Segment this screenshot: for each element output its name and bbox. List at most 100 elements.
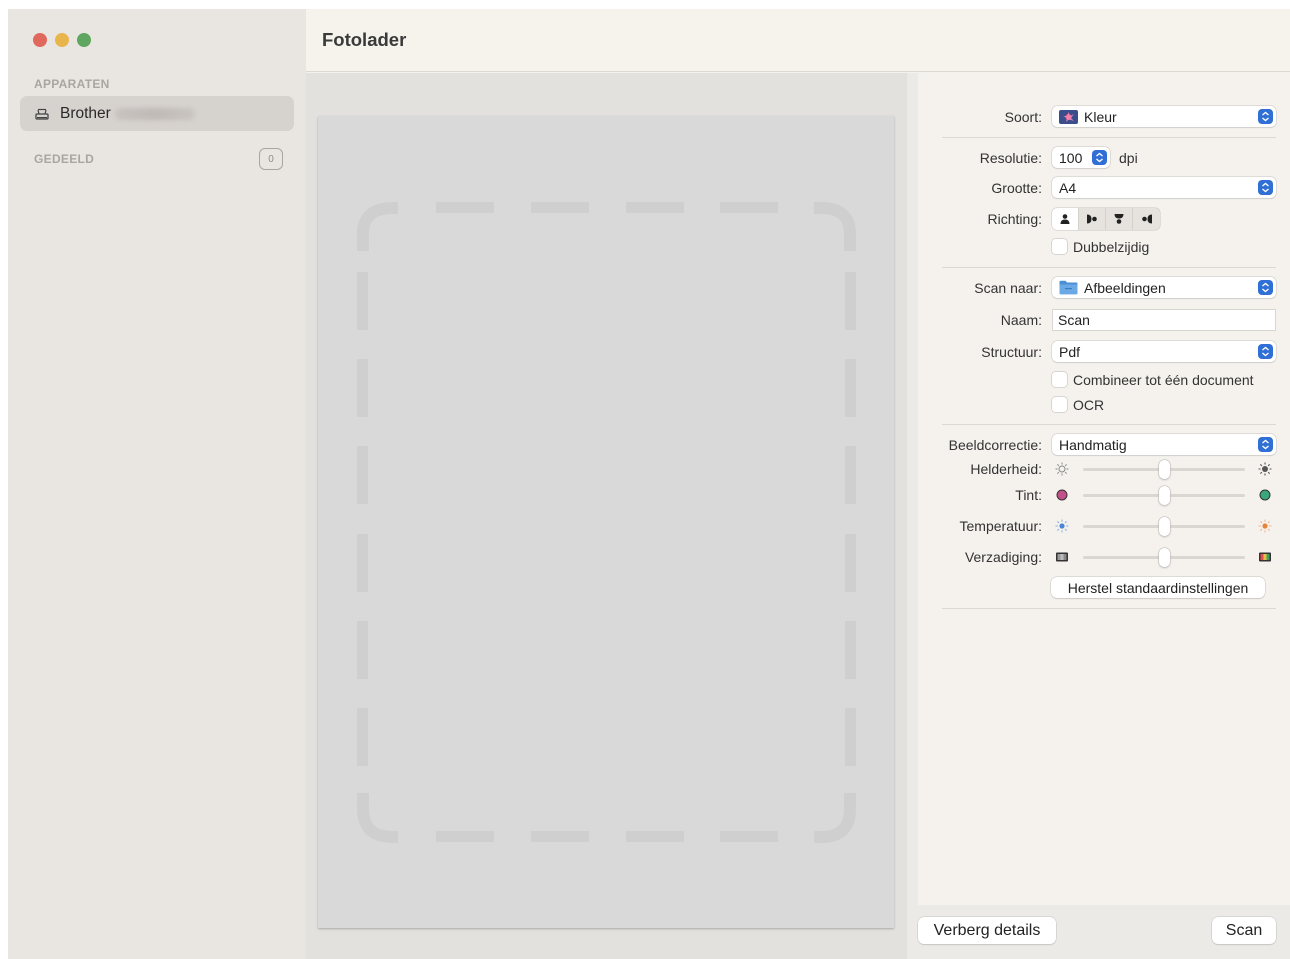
sidebar: APPARATEN Brother GEDEELD 0 — [8, 9, 306, 959]
saturation-label: Verzadiging: — [964, 549, 1042, 565]
panel-divider — [907, 73, 918, 905]
name-label: Naam: — [1000, 312, 1042, 328]
duplex-checkbox[interactable] — [1052, 239, 1067, 254]
tint-magenta-icon — [1056, 489, 1068, 501]
scan-to-stepper-icon — [1258, 280, 1273, 295]
format-stepper-icon — [1258, 344, 1273, 359]
orientation-right-button[interactable] — [1133, 208, 1160, 230]
correction-select[interactable]: Handmatig — [1052, 434, 1276, 455]
scan-preview-area — [306, 73, 907, 959]
scan-area-outline — [357, 202, 856, 843]
resolution-stepper-icon — [1092, 150, 1107, 165]
zoom-window-button[interactable] — [77, 33, 91, 47]
resolution-value: 100 — [1059, 149, 1083, 166]
resolution-unit: dpi — [1119, 150, 1138, 166]
format-select[interactable]: Pdf — [1052, 341, 1276, 362]
ocr-checkbox[interactable] — [1052, 397, 1067, 412]
scan-details-panel: Soort: Kleur Resolutie: 100 dpi Grootte:… — [918, 73, 1290, 905]
scan-button[interactable]: Scan — [1212, 917, 1276, 944]
orientation-label: Richting: — [987, 211, 1042, 227]
size-select[interactable]: A4 — [1052, 177, 1276, 198]
details-footer: Verberg details Scan — [907, 905, 1290, 959]
duplex-label: Dubbelzijdig — [1073, 239, 1150, 255]
resolution-label: Resolutie: — [979, 150, 1042, 166]
scan-to-label: Scan naar: — [974, 280, 1042, 296]
orientation-row: Richting: — [918, 208, 1290, 230]
saturation-slider[interactable] — [1158, 548, 1170, 567]
redacted-model — [114, 107, 195, 120]
scanner-window: APPARATEN Brother GEDEELD 0 Fotolader So… — [8, 9, 1290, 959]
temperature-cool-icon — [1055, 519, 1069, 533]
window-controls — [33, 33, 91, 47]
brightness-label: Helderheid: — [970, 461, 1042, 477]
kind-row: Soort: Kleur — [918, 106, 1290, 128]
scan-preview-page[interactable] — [318, 116, 894, 928]
tint-row: Tint: — [918, 484, 1290, 506]
name-field[interactable]: Scan — [1052, 309, 1276, 331]
upside-down-icon — [1114, 214, 1124, 224]
brightness-slider[interactable] — [1158, 460, 1170, 479]
format-label: Structuur: — [981, 344, 1042, 360]
scanner-icon — [35, 108, 49, 120]
rotate-right-icon — [1141, 214, 1152, 224]
duplex-row: Dubbelzijdig — [918, 237, 1290, 259]
title-bar: Fotolader — [306, 9, 1290, 72]
portrait-up-icon — [1060, 214, 1070, 224]
saturation-row: Verzadiging: — [918, 546, 1290, 568]
correction-stepper-icon — [1258, 437, 1273, 452]
size-value: A4 — [1059, 179, 1077, 196]
temperature-warm-icon — [1258, 519, 1272, 533]
combine-row: Combineer tot één document — [918, 370, 1290, 392]
resolution-select[interactable]: 100 — [1052, 147, 1110, 168]
shared-section-header: GEDEELD — [34, 152, 95, 166]
ocr-row: OCR — [918, 395, 1290, 417]
brightness-low-icon — [1055, 462, 1069, 476]
orientation-segmented-control — [1052, 208, 1160, 230]
kind-stepper-icon — [1258, 109, 1273, 124]
temperature-slider[interactable] — [1158, 517, 1170, 536]
scan-to-select[interactable]: Afbeeldingen — [1052, 277, 1276, 298]
separator — [942, 608, 1276, 609]
tint-green-icon — [1259, 489, 1271, 501]
combine-checkbox[interactable] — [1052, 372, 1067, 387]
orientation-upside-down-button[interactable] — [1106, 208, 1133, 230]
kind-select[interactable]: Kleur — [1052, 106, 1276, 127]
sidebar-item-brother[interactable]: Brother — [20, 96, 294, 131]
name-row: Naam: Scan — [918, 309, 1290, 331]
correction-value: Handmatig — [1059, 436, 1127, 453]
separator — [942, 137, 1276, 138]
orientation-left-button[interactable] — [1079, 208, 1106, 230]
kind-label: Soort: — [1004, 109, 1042, 125]
correction-label: Beeldcorrectie: — [948, 437, 1042, 453]
reset-defaults-button[interactable]: Herstel standaardinstellingen — [1051, 577, 1265, 598]
size-stepper-icon — [1258, 180, 1273, 195]
separator — [942, 267, 1276, 268]
temperature-label: Temperatuur: — [959, 518, 1042, 534]
kind-value: Kleur — [1084, 108, 1117, 125]
scan-to-value: Afbeeldingen — [1084, 279, 1166, 296]
folder-icon — [1059, 280, 1078, 295]
brightness-high-icon — [1258, 462, 1272, 476]
size-label: Grootte: — [991, 180, 1042, 196]
color-photo-icon — [1059, 109, 1078, 124]
format-value: Pdf — [1059, 343, 1081, 360]
size-row: Grootte: A4 — [918, 177, 1290, 199]
combine-label: Combineer tot één document — [1073, 372, 1254, 388]
orientation-portrait-button[interactable] — [1052, 208, 1079, 230]
separator — [942, 424, 1276, 425]
temperature-row: Temperatuur: — [918, 515, 1290, 537]
devices-section-header: APPARATEN — [34, 77, 110, 91]
window-title: Fotolader — [322, 29, 407, 50]
correction-row: Beeldcorrectie: Handmatig — [918, 434, 1290, 456]
shared-count-badge: 0 — [259, 148, 283, 170]
close-window-button[interactable] — [33, 33, 47, 47]
ocr-label: OCR — [1073, 397, 1105, 413]
brightness-row: Helderheid: — [918, 458, 1290, 480]
resolution-row: Resolutie: 100 dpi — [918, 147, 1290, 169]
rotate-left-icon — [1087, 214, 1097, 224]
tint-slider[interactable] — [1158, 486, 1170, 505]
reset-row: Herstel standaardinstellingen — [918, 577, 1290, 599]
hide-details-button[interactable]: Verberg details — [918, 917, 1056, 944]
scan-to-row: Scan naar: Afbeeldingen — [918, 277, 1290, 299]
minimize-window-button[interactable] — [55, 33, 69, 47]
